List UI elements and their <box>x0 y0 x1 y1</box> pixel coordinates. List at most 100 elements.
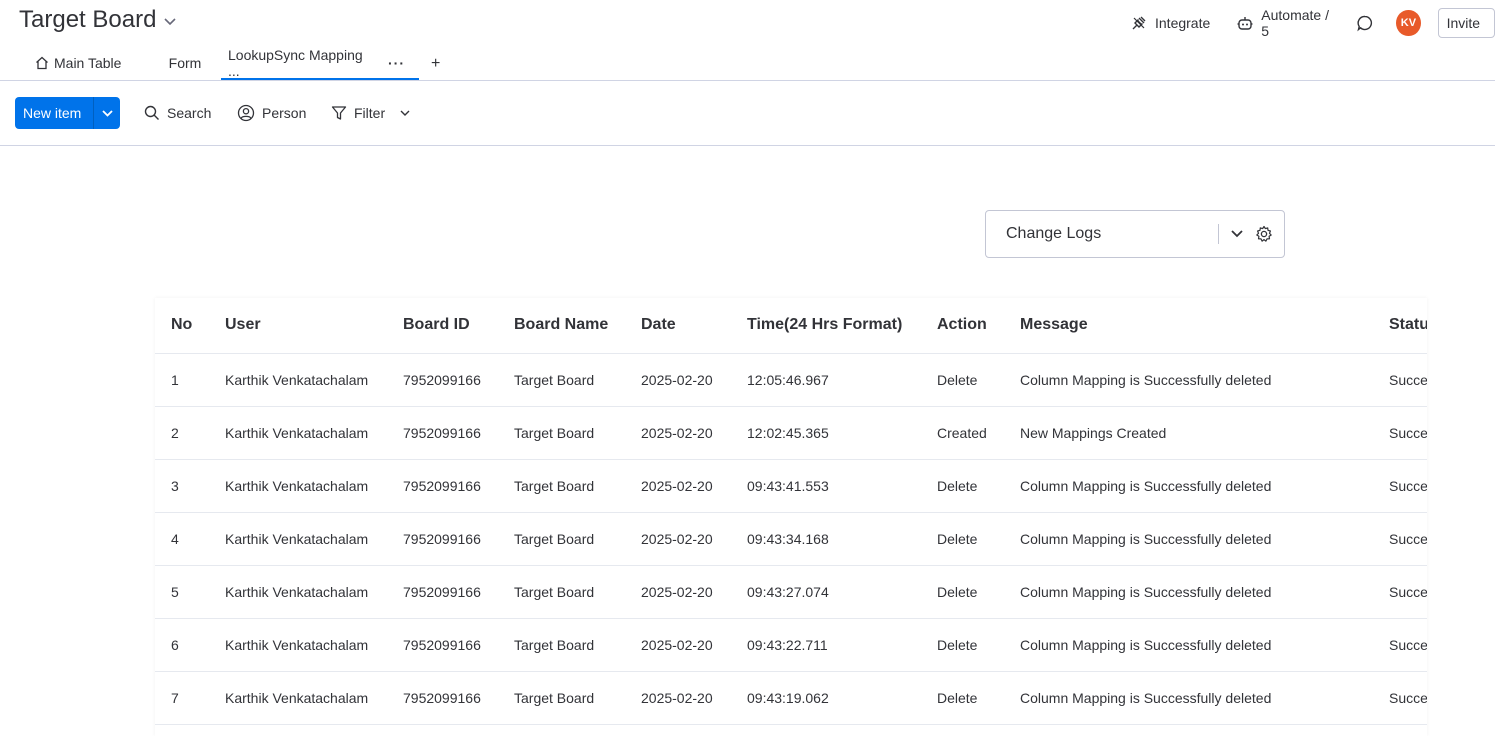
table-cell: 7 <box>155 671 225 725</box>
filter-label: Filter <box>354 105 386 121</box>
table-cell: Karthik Venkatachalam <box>225 459 403 513</box>
gear-icon[interactable] <box>1254 225 1274 243</box>
table-row: 6 Karthik Venkatachalam 7952099166 Target B… <box>155 618 1427 672</box>
integrate-label: Integrate <box>1155 15 1211 31</box>
column-header: User <box>225 298 403 354</box>
table-cell: 12:02:45.365 <box>747 406 937 460</box>
invite-button[interactable]: Invite <box>1437 8 1495 38</box>
avatar[interactable]: KV <box>1396 10 1421 36</box>
table-cell: Success <box>1389 459 1427 513</box>
table-cell: 09:43:34.168 <box>747 512 937 566</box>
person-label: Person <box>262 105 307 121</box>
person-icon <box>237 104 255 122</box>
automate-button[interactable]: Automate / 5 <box>1236 7 1334 39</box>
table-cell: Success <box>1389 406 1427 460</box>
board-title-text: Target Board <box>19 6 157 33</box>
column-header: Status <box>1389 298 1427 354</box>
column-header: Action <box>937 298 1020 354</box>
table-cell: Karthik Venkatachalam <box>225 671 403 725</box>
table-cell: 09:43:19.062 <box>747 671 937 725</box>
tab-main-table[interactable]: Main Table <box>22 46 149 80</box>
person-filter-button[interactable]: Person <box>237 100 306 126</box>
table-cell: Delete <box>937 512 1020 566</box>
table-cell: 2025-02-20 <box>641 406 747 460</box>
table-cell: Delete <box>937 353 1020 407</box>
chevron-down-icon[interactable] <box>1229 230 1245 238</box>
view-tabs: Main Table Form LookupSync Mapping ... ·… <box>22 46 440 80</box>
chevron-down-icon[interactable] <box>164 18 176 26</box>
table-cell: Column Mapping is Successfully deleted <box>1020 353 1389 407</box>
new-item-button[interactable]: New item <box>15 97 120 129</box>
chevron-down-icon[interactable] <box>94 109 120 117</box>
table-row: 2 Karthik Venkatachalam 7952099166 Target B… <box>155 406 1427 460</box>
table-cell: Target Board <box>514 406 641 460</box>
new-item-label: New item <box>23 105 82 121</box>
tab-form[interactable]: Form <box>149 46 221 80</box>
board-title[interactable]: Target Board <box>19 6 176 34</box>
table-cell: 09:43:27.074 <box>747 565 937 619</box>
table-cell: 2025-02-20 <box>641 565 747 619</box>
chevron-down-icon[interactable] <box>400 110 410 116</box>
table-cell: 4 <box>155 512 225 566</box>
integrate-button[interactable]: Integrate <box>1130 14 1210 32</box>
column-header: No <box>155 298 225 354</box>
table-cell: Karthik Venkatachalam <box>225 565 403 619</box>
table-cell: 09:43:22.711 <box>747 618 937 672</box>
table-cell: 2025-02-20 <box>641 353 747 407</box>
log-type-select[interactable]: Change Logs <box>985 210 1285 258</box>
table-cell: Success <box>1389 565 1427 619</box>
table-cell: 7952099166 <box>403 459 514 513</box>
divider <box>0 80 1495 81</box>
table-row: 1 Karthik Venkatachalam 7952099166 Target B… <box>155 353 1427 407</box>
search-button[interactable]: Search <box>144 100 211 126</box>
table-cell: Success <box>1389 618 1427 672</box>
search-icon <box>144 105 160 121</box>
divider <box>0 145 1495 146</box>
home-icon <box>35 56 49 70</box>
header-actions: Integrate Automate / 5 KV Invite <box>1130 7 1495 39</box>
table-cell: 7952099166 <box>403 406 514 460</box>
table-cell: 7952099166 <box>403 565 514 619</box>
change-logs-table: No User Board ID Board Name Date Time(24… <box>155 298 1427 736</box>
table-cell: 7952099166 <box>403 512 514 566</box>
plus-icon: + <box>431 55 441 72</box>
more-options-icon[interactable]: ··· <box>388 55 405 71</box>
table-row: 4 Karthik Venkatachalam 7952099166 Target B… <box>155 512 1427 566</box>
table-cell: New Mappings Created <box>1020 406 1389 460</box>
table-cell: Column Mapping is Successfully deleted <box>1020 618 1389 672</box>
table-cell: 09:43:41.553 <box>747 459 937 513</box>
table-cell: Target Board <box>514 618 641 672</box>
table-cell: 7952099166 <box>403 618 514 672</box>
automate-label: Automate / 5 <box>1261 7 1329 39</box>
table-cell: Success <box>1389 671 1427 725</box>
table-cell: 5 <box>155 565 225 619</box>
table-cell: Target Board <box>514 512 641 566</box>
column-header: Board Name <box>514 298 641 354</box>
table-cell: Karthik Venkatachalam <box>225 618 403 672</box>
tab-label: LookupSync Mapping ... <box>228 47 363 79</box>
add-view-button[interactable]: + <box>419 47 440 81</box>
filter-button[interactable]: Filter <box>331 100 410 126</box>
table-cell: 2025-02-20 <box>641 618 747 672</box>
table-cell: 2025-02-20 <box>641 459 747 513</box>
search-label: Search <box>167 105 212 121</box>
column-header: Time(24 Hrs Format) <box>747 298 937 354</box>
table-cell: Success <box>1389 512 1427 566</box>
plug-icon <box>1130 14 1148 32</box>
tab-lookupsync-mapping[interactable]: LookupSync Mapping ... ··· <box>221 46 419 80</box>
filter-icon <box>331 105 347 121</box>
table-header-row: No User Board ID Board Name Date Time(24… <box>155 298 1427 354</box>
table-cell: 3 <box>155 459 225 513</box>
table-cell: Delete <box>937 565 1020 619</box>
table-cell: Column Mapping is Successfully deleted <box>1020 512 1389 566</box>
table-cell: Column Mapping is Successfully deleted <box>1020 565 1389 619</box>
table-cell: 2025-02-20 <box>641 671 747 725</box>
updates-button[interactable] <box>1356 14 1374 32</box>
table-cell: Column Mapping is Successfully deleted <box>1020 459 1389 513</box>
table-cell: Delete <box>937 671 1020 725</box>
table-cell: 2025-02-20 <box>641 512 747 566</box>
table-row: 3 Karthik Venkatachalam 7952099166 Target B… <box>155 459 1427 513</box>
table-cell: 1 <box>155 353 225 407</box>
table-cell: 2 <box>155 406 225 460</box>
table-cell: Created <box>937 406 1020 460</box>
